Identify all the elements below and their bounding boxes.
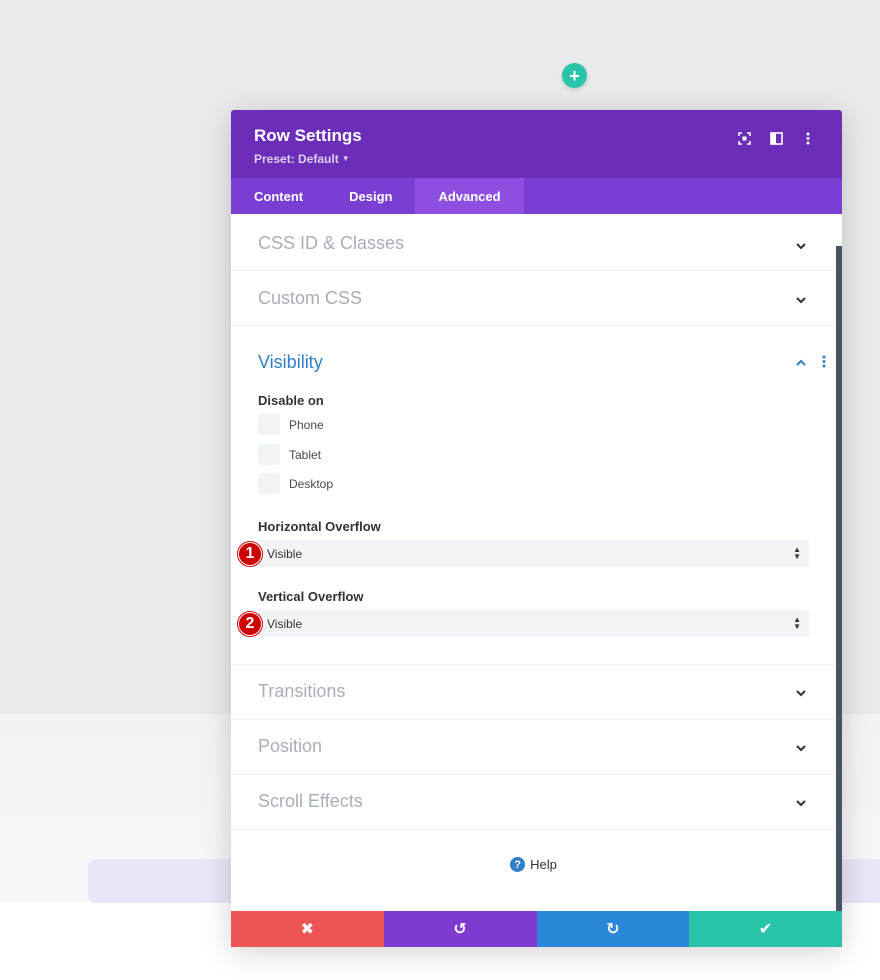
modal-footer: ✖ ↺ ↻ ✔ xyxy=(231,911,842,947)
vertical-overflow-select[interactable]: Visible ▲ ▼ xyxy=(258,610,809,637)
visibility-title[interactable]: Visibility xyxy=(258,352,323,373)
section-scroll-effects[interactable]: Scroll Effects xyxy=(231,775,836,830)
chevron-down-icon xyxy=(796,243,806,250)
modal-body: CSS ID & Classes Custom CSS Visibility D… xyxy=(231,214,842,911)
checkbox-row-desktop[interactable]: Desktop xyxy=(258,473,333,494)
section-title: CSS ID & Classes xyxy=(258,233,405,253)
annotation-marker-2: 2 xyxy=(238,612,262,636)
section-custom-css[interactable]: Custom CSS xyxy=(231,271,836,326)
select-value: Visible xyxy=(267,546,303,561)
split-view-icon[interactable] xyxy=(760,128,792,148)
section-css-id-classes[interactable]: CSS ID & Classes xyxy=(231,214,836,271)
more-options-icon[interactable] xyxy=(822,355,826,368)
scrollbar[interactable] xyxy=(836,246,842,911)
tab-design[interactable]: Design xyxy=(326,178,415,214)
plus-icon: + xyxy=(569,65,580,86)
save-button[interactable]: ✔ xyxy=(689,911,842,947)
phone-checkbox[interactable] xyxy=(258,414,280,435)
annotation-marker-1: 1 xyxy=(238,542,262,566)
close-icon: ✖ xyxy=(300,921,315,938)
section-title: Position xyxy=(258,736,323,756)
section-title: Transitions xyxy=(258,681,346,701)
desktop-checkbox[interactable] xyxy=(258,473,280,494)
row-settings-modal: Row Settings Preset: Default ▼ Content De… xyxy=(231,110,842,947)
modal-header: Row Settings Preset: Default ▼ xyxy=(231,110,842,178)
checkbox-row-tablet[interactable]: Tablet xyxy=(258,444,321,465)
section-transitions[interactable]: Transitions xyxy=(231,665,836,720)
cancel-button[interactable]: ✖ xyxy=(231,911,384,947)
undo-icon: ↺ xyxy=(453,921,467,938)
checkbox-label: Desktop xyxy=(289,476,334,491)
checkbox-label: Phone xyxy=(289,417,324,432)
tablet-checkbox[interactable] xyxy=(258,444,280,465)
redo-button[interactable]: ↻ xyxy=(536,911,690,947)
chevron-down-icon xyxy=(796,745,806,752)
disable-on-label: Disable on xyxy=(258,393,324,408)
chevron-down-icon xyxy=(796,297,806,304)
select-arrows-icon: ▲ ▼ xyxy=(793,545,801,561)
chevron-up-icon[interactable] xyxy=(794,356,808,370)
horizontal-overflow-label: Horizontal Overflow xyxy=(258,519,381,534)
horizontal-overflow-select[interactable]: Visible ▲ ▼ xyxy=(258,540,809,567)
checkbox-label: Tablet xyxy=(289,447,322,462)
section-title: Custom CSS xyxy=(258,288,363,308)
checkmark-icon: ✔ xyxy=(758,921,773,938)
preset-label: Preset: Default xyxy=(254,152,339,166)
select-value: Visible xyxy=(267,616,303,631)
section-title: Scroll Effects xyxy=(258,791,363,811)
header-icons xyxy=(728,128,824,148)
checkbox-row-phone[interactable]: Phone xyxy=(258,414,324,435)
redo-icon: ↻ xyxy=(606,921,620,938)
help-icon: ? xyxy=(510,857,526,872)
tab-advanced[interactable]: Advanced xyxy=(415,178,524,214)
help-label: Help xyxy=(530,857,557,872)
more-options-icon[interactable] xyxy=(792,128,824,148)
undo-button[interactable]: ↺ xyxy=(383,911,537,947)
vertical-overflow-label: Vertical Overflow xyxy=(258,589,364,604)
add-row-button[interactable]: + xyxy=(562,63,587,88)
caret-down-icon: ▼ xyxy=(341,154,350,163)
preset-selector[interactable]: Preset: Default ▼ xyxy=(254,152,842,166)
settings-tabs: Content Design Advanced xyxy=(231,178,842,214)
fullscreen-icon[interactable] xyxy=(728,128,760,148)
chevron-down-icon xyxy=(796,690,806,697)
tab-content[interactable]: Content xyxy=(231,178,326,214)
help-link[interactable]: ? Help xyxy=(231,857,836,872)
chevron-down-icon xyxy=(796,800,806,807)
section-position[interactable]: Position xyxy=(231,720,836,775)
select-arrows-icon: ▲ ▼ xyxy=(793,615,801,631)
